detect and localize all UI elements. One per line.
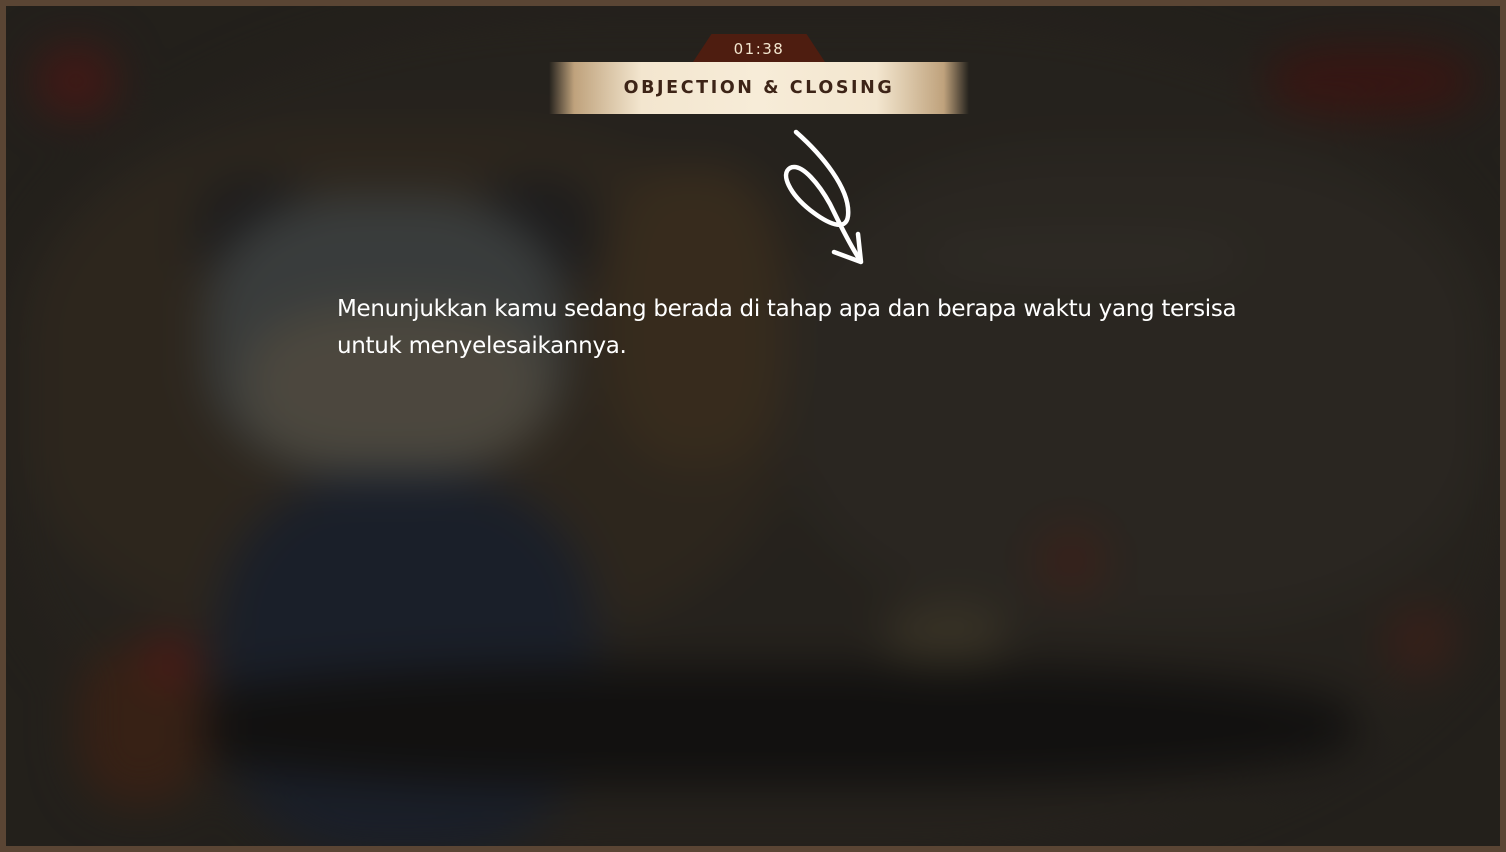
timer-badge: 01:38 <box>693 34 825 62</box>
tutorial-description: Menunjukkan kamu sedang berada di tahap … <box>337 296 1237 359</box>
stage-title: OBJECTION & CLOSING <box>623 78 895 98</box>
stage-banner: OBJECTION & CLOSING <box>549 62 969 114</box>
hand-drawn-loop-arrow-down-icon <box>783 129 864 265</box>
timer-text: 01:38 <box>733 40 785 58</box>
tutorial-overlay[interactable] <box>6 6 1500 846</box>
game-screen: 01:38 OBJECTION & CLOSING Menunjukkan ka… <box>0 0 1506 852</box>
